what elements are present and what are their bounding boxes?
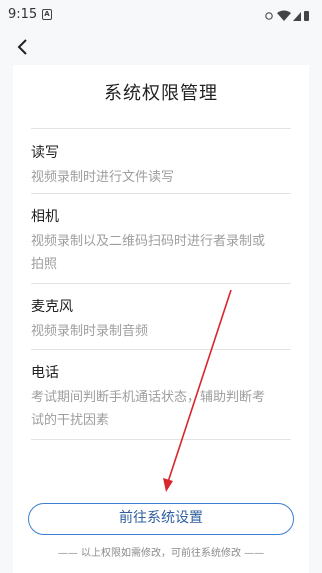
status-time: 9:15	[8, 7, 38, 22]
signal-icon	[293, 12, 301, 21]
divider	[31, 283, 291, 284]
permission-card: 系统权限管理 读写 视频录制时进行文件读写 相机 视频录制以及二维码扫码时进行者…	[13, 65, 309, 573]
permission-description-line: 视频录制以及二维码扫码时进行者录制或	[31, 234, 266, 249]
permission-title: 相机	[31, 209, 59, 225]
permission-description-line: 拍照	[31, 257, 58, 272]
divider	[31, 193, 291, 194]
permission-description-line: 试的干扰因素	[31, 413, 110, 428]
footer-note: —— 以上权限如需修改，可前往系统修改 ——	[57, 548, 265, 559]
go-to-system-settings-button[interactable]: 前往系统设置	[28, 503, 294, 535]
status-bar: 9:15 A	[0, 0, 322, 30]
permission-title: 电话	[31, 365, 59, 381]
permission-description-line: 考试期间判断手机通话状态，辅助判断考	[31, 390, 266, 405]
permission-description-line: 视频录制时录制音频	[31, 324, 149, 339]
permission-description: 视频录制以及二维码扫码时进行者录制或 拍照	[31, 230, 293, 276]
page-title: 系统权限管理	[104, 83, 218, 104]
permission-item-camera: 相机 视频录制以及二维码扫码时进行者录制或 拍照	[31, 207, 293, 276]
permission-description: 视频录制时录制音频	[31, 320, 293, 343]
permission-description: 视频录制时进行文件读写	[31, 166, 293, 189]
permission-title: 读写	[31, 145, 59, 161]
permission-item-storage: 读写 视频录制时进行文件读写	[31, 143, 293, 189]
wifi-icon	[277, 10, 291, 21]
chevron-left-icon	[17, 39, 27, 55]
back-button[interactable]	[14, 36, 34, 58]
divider	[31, 128, 291, 129]
permission-title: 麦克风	[31, 299, 73, 315]
status-icons	[265, 10, 309, 21]
battery-icon	[304, 11, 309, 21]
notification-icon: A	[42, 9, 52, 20]
permission-description: 考试期间判断手机通话状态，辅助判断考 试的干扰因素	[31, 386, 293, 432]
divider	[31, 439, 291, 440]
permission-description-line: 视频录制时进行文件读写	[31, 170, 175, 185]
divider	[31, 349, 291, 350]
permission-item-microphone: 麦克风 视频录制时录制音频	[31, 297, 293, 343]
permission-item-phone: 电话 考试期间判断手机通话状态，辅助判断考 试的干扰因素	[31, 363, 293, 432]
dnd-icon	[265, 12, 273, 20]
